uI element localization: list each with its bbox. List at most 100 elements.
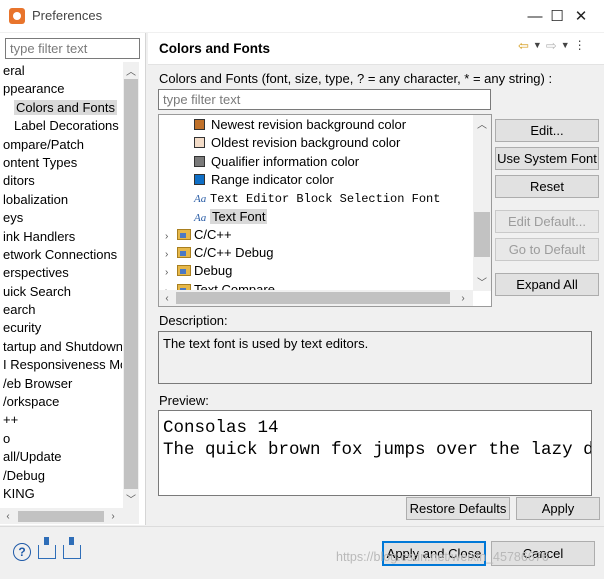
edit-default-button[interactable]: Edit Default...: [495, 210, 599, 233]
nav-tree-item[interactable]: /Debug: [0, 467, 122, 485]
preview-font-name: Consolas 14: [163, 418, 279, 438]
tree-vertical-scrollbar[interactable]: ︿: [473, 115, 491, 291]
nav-tree-item[interactable]: ditors: [0, 172, 122, 190]
nav-tree-item[interactable]: eys: [0, 209, 122, 227]
nav-tree-item[interactable]: ontent Types: [0, 154, 122, 172]
tree-scroll-down-icon[interactable]: ﹀: [473, 273, 491, 289]
nav-tree-item[interactable]: ++: [0, 411, 122, 429]
tree-row[interactable]: Aa Text Font: [194, 208, 268, 226]
watermark: https://blog.csdn.net/weixin_45786676: [336, 550, 549, 564]
color-swatch-icon: [194, 173, 205, 185]
tree-row[interactable]: › Debug: [165, 262, 232, 280]
nav-tree-item-label: o: [3, 430, 11, 446]
nav-tree-item-label: /eb Browser: [3, 375, 73, 391]
app-icon: [9, 8, 25, 24]
nav-tree-item-label: Colors and Fonts: [14, 99, 117, 115]
close-button[interactable]: ✕: [558, 0, 604, 32]
tree-row[interactable]: Aa Text Editor Block Selection Font: [194, 189, 440, 207]
colors-filter-input[interactable]: [158, 89, 491, 110]
nav-filter-input[interactable]: [5, 38, 140, 59]
nav-tree-item[interactable]: ecurity: [0, 319, 122, 337]
back-arrow-icon[interactable]: ⇦: [518, 38, 529, 54]
nav-tree-item[interactable]: Label Decorations: [0, 117, 122, 135]
nav-tree-item-label: tartup and Shutdown: [3, 338, 122, 354]
nav-tree-item-label: ditors: [3, 173, 35, 189]
expand-all-button[interactable]: Expand All: [495, 273, 599, 296]
go-to-default-button[interactable]: Go to Default: [495, 238, 599, 261]
category-folder-icon: [177, 265, 191, 277]
nav-tree-item[interactable]: /eb Browser: [0, 375, 122, 393]
forward-arrow-icon[interactable]: ⇨: [546, 38, 557, 54]
nav-tree-item[interactable]: I Responsiveness Mo: [0, 356, 122, 374]
nav-tree-item[interactable]: erspectives: [0, 264, 122, 282]
tree-row[interactable]: Oldest revision background color: [194, 134, 400, 152]
description-label: Description:: [159, 313, 228, 328]
nav-tree-item[interactable]: o: [0, 430, 122, 448]
tree-row-label: Qualifier information color: [211, 153, 360, 169]
use-system-font-button[interactable]: Use System Font: [495, 147, 599, 170]
nav-hscroll-thumb[interactable]: [18, 511, 104, 522]
tree-scroll-left-icon[interactable]: ‹: [159, 290, 175, 306]
scroll-down-icon[interactable]: ﹀: [123, 490, 139, 506]
tree-scroll-up-icon[interactable]: ︿: [473, 115, 491, 131]
nav-tree-item[interactable]: KING: [0, 485, 122, 503]
tree-row[interactable]: › C/C++: [165, 226, 232, 244]
restore-defaults-button[interactable]: Restore Defaults: [406, 497, 510, 520]
scroll-right-icon[interactable]: ›: [105, 508, 121, 524]
nav-tree-item-label: /Debug: [3, 467, 45, 483]
back-menu-icon[interactable]: ▼: [533, 38, 542, 54]
tree-row-label: Text Font: [210, 208, 268, 224]
nav-scroll-thumb[interactable]: [124, 79, 138, 489]
nav-tree-item[interactable]: /orkspace: [0, 393, 122, 411]
nav-tree-item[interactable]: tartup and Shutdown: [0, 338, 122, 356]
nav-tree-item-label: Label Decorations: [14, 118, 119, 134]
help-button[interactable]: ?: [12, 542, 32, 562]
nav-tree-item[interactable]: etwork Connections: [0, 246, 122, 264]
nav-tree-item[interactable]: ppearance: [0, 80, 122, 98]
nav-tree-item[interactable]: all/Update: [0, 448, 122, 466]
import-button[interactable]: [37, 537, 57, 562]
apply-button[interactable]: Apply: [516, 497, 600, 520]
forward-menu-icon[interactable]: ▼: [561, 38, 570, 54]
tree-scroll-thumb[interactable]: [474, 212, 490, 257]
nav-tree-item-label: ppearance: [3, 81, 65, 97]
tree-row-label: Range indicator color: [211, 171, 334, 187]
import-icon: [38, 537, 56, 559]
nav-tree-item[interactable]: ink Handlers: [0, 228, 122, 246]
expand-chevron-icon[interactable]: ›: [165, 246, 177, 264]
tree-row[interactable]: Qualifier information color: [194, 153, 359, 171]
expand-chevron-icon[interactable]: ›: [165, 264, 177, 282]
export-icon: [63, 537, 81, 559]
maximize-button[interactable]: ☐: [512, 0, 563, 32]
expand-chevron-icon[interactable]: ›: [165, 228, 177, 246]
tree-row[interactable]: Newest revision background color: [194, 116, 406, 134]
nav-tree-item-label: ink Handlers: [3, 228, 76, 244]
scroll-left-icon[interactable]: ‹: [0, 508, 16, 524]
description-box: The text font is used by text editors.: [158, 331, 592, 384]
tree-row[interactable]: › C/C++ Debug: [165, 244, 274, 262]
nav-tree-item-label: lobalization: [3, 191, 69, 207]
tree-hscroll-thumb[interactable]: [176, 292, 450, 304]
nav-tree-item[interactable]: lobalization: [0, 191, 122, 209]
nav-tree-item-label: /orkspace: [3, 394, 60, 410]
nav-tree-item[interactable]: Colors and Fonts: [0, 99, 122, 117]
export-button[interactable]: [62, 537, 82, 562]
nav-tree-item[interactable]: earch: [0, 301, 122, 319]
tree-scroll-right-icon[interactable]: ›: [455, 290, 471, 306]
nav-tree-item-label: I Responsiveness Mo: [3, 357, 122, 373]
reset-button[interactable]: Reset: [495, 175, 599, 198]
color-swatch-icon: [194, 155, 205, 167]
nav-tree-item[interactable]: eral: [0, 62, 122, 80]
window-title: Preferences: [32, 8, 103, 23]
font-icon: Aa: [194, 211, 207, 224]
nav-tree-item[interactable]: uick Search: [0, 283, 122, 301]
nav-tree-item[interactable]: ompare/Patch: [0, 136, 122, 154]
scroll-up-icon[interactable]: ︿: [123, 62, 139, 78]
nav-tree-item-label: etwork Connections: [3, 246, 118, 262]
view-menu-icon[interactable]: ⋮: [574, 38, 586, 54]
edit-button[interactable]: Edit...: [495, 119, 599, 142]
preview-label: Preview:: [159, 393, 209, 408]
tree-row[interactable]: Range indicator color: [194, 171, 334, 189]
nav-tree-item-label: earch: [3, 302, 36, 318]
preview-box: Consolas 14 The quick brown fox jumps ov…: [158, 410, 592, 496]
